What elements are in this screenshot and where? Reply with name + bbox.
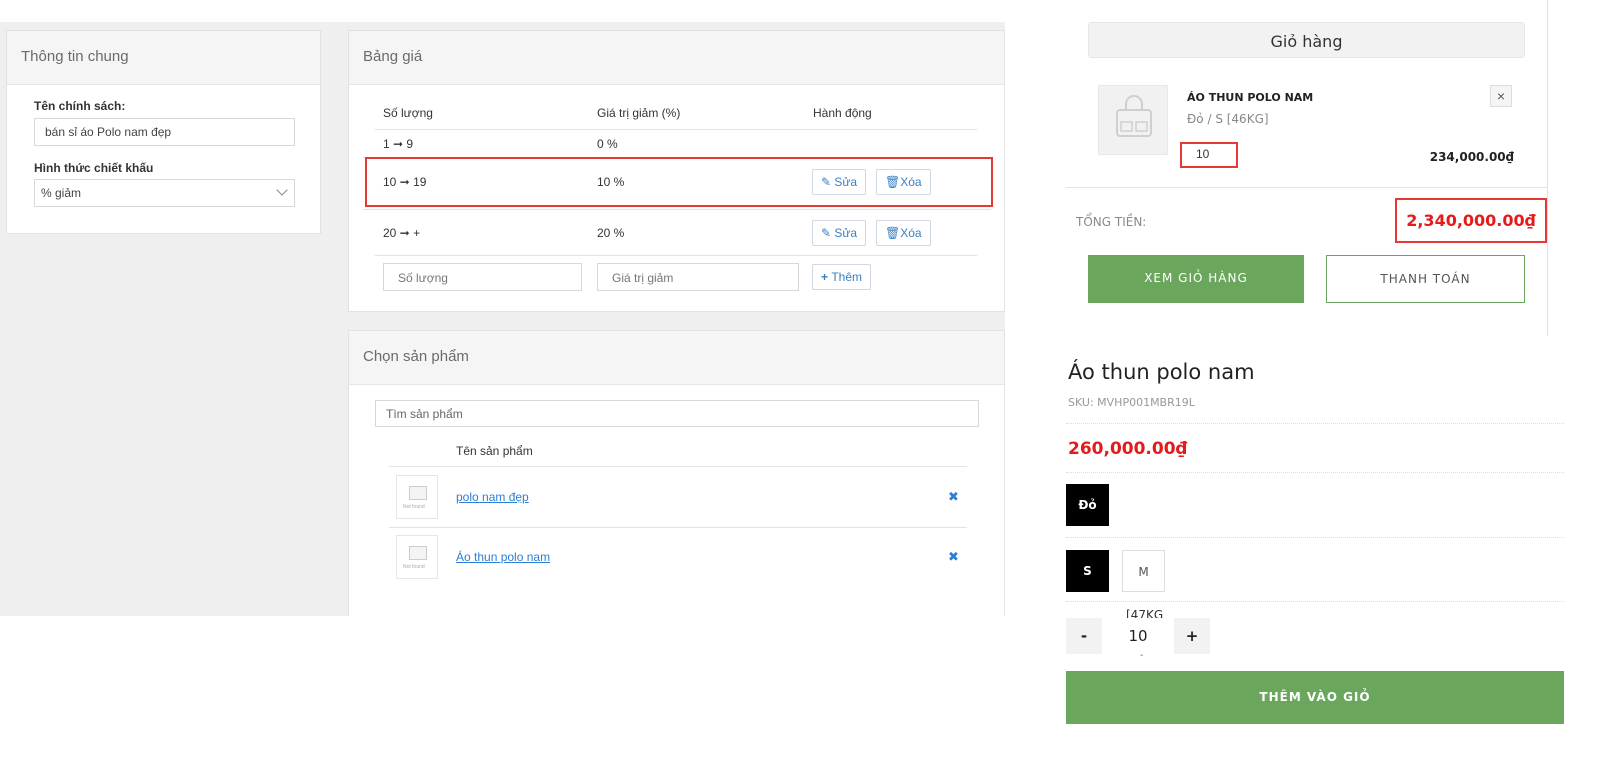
row-1-qty: 1 ➞ 9 [383,137,414,151]
general-info-title: Thông tin chung [7,31,320,85]
cart-total-value: 2,340,000.00₫ [1395,198,1547,243]
row-divider [375,255,977,256]
divider [1066,537,1564,538]
bag-icon [1116,95,1152,137]
policy-name-input[interactable]: bán sỉ áo Polo nam đẹp [34,118,295,146]
size-option-s[interactable]: S [1066,550,1109,592]
product-price: 260,000.00₫ [1068,439,1188,459]
quantity-input[interactable]: 10 [1102,618,1174,654]
product-thumbnail: Not found [396,535,438,579]
add-to-cart-button[interactable]: THÊM VÀO GIỎ [1066,671,1564,724]
discount-type-select[interactable]: % giảm [34,179,295,207]
divider [1066,601,1564,602]
image-placeholder-icon [409,486,427,500]
row-divider [363,209,991,210]
product-search-input[interactable]: Tìm sản phẩm [375,400,979,427]
header-divider [375,129,977,130]
product-detail: Áo thun polo nam SKU: MVHP001MBR19L 260,… [1066,336,1564,757]
choose-products-panel: Chọn sản phẩm Tìm sản phẩm Tên sản phẩm … [348,330,1005,616]
edit-icon: ✎ [821,226,835,240]
remove-product-2-icon[interactable]: ✖ [948,549,959,565]
row-3-edit-button[interactable]: ✎ Sửa [812,220,867,246]
product-link-2[interactable]: Áo thun polo nam [456,550,550,564]
new-quantity-input[interactable]: Số lượng [383,263,582,291]
new-discount-input[interactable]: Giá trị giảm [597,263,799,291]
plus-icon: + [821,270,832,284]
cart-dropdown: Giỏ hàng ÁO THUN POLO NAM Đỏ / S [46KG] … [1066,0,1548,336]
policy-name-label: Tên chính sách: [34,99,126,113]
product-link-1[interactable]: polo nam đẹp [456,490,529,504]
view-cart-button[interactable]: XEM GIỎ HÀNG [1088,255,1304,303]
quantity-decrease-button[interactable]: - [1066,618,1102,654]
general-info-panel: Thông tin chung Tên chính sách: bán sỉ á… [6,30,321,234]
chevron-down-icon [276,184,288,196]
product-title: Áo thun polo nam [1068,360,1255,384]
add-price-row-button[interactable]: + Thêm [812,264,872,290]
header-discount: Giá trị giảm (%) [597,106,681,120]
remove-product-1-icon[interactable]: ✖ [948,489,959,505]
row-3-qty: 20 ➞ + [383,226,421,240]
cart-divider [1066,187,1548,188]
quantity-increase-button[interactable]: + [1174,618,1210,654]
product-sku: SKU: MVHP001MBR19L [1068,396,1195,409]
discount-type-label: Hình thức chiết khấu [34,161,154,175]
header-quantity: Số lượng [383,106,433,120]
row-1-discount: 0 % [597,137,618,151]
price-table-title: Bảng giá [349,31,1004,85]
product-name-header: Tên sản phẩm [456,444,533,458]
close-icon[interactable]: × [1490,85,1512,107]
color-option-red[interactable]: Đỏ [1066,484,1109,526]
image-placeholder-icon [409,546,427,560]
cart-total-label: TỔNG TIỀN: [1076,215,1147,229]
quantity-fragment: - [1140,650,1144,661]
cart-item-price: 234,000.00₫ [1429,150,1514,164]
row-3-delete-button[interactable]: 🗑Xóa [876,220,931,246]
row-2-highlight [365,157,993,207]
cart-item-name[interactable]: ÁO THUN POLO NAM [1187,91,1313,104]
discount-type-value: % giảm [41,186,82,200]
header-action: Hành động [813,106,872,120]
size-option-m[interactable]: M [1122,550,1165,592]
cart-item-variant: Đỏ / S [46KG] [1187,112,1269,126]
divider [1066,423,1564,424]
cart-item-quantity[interactable]: 10 [1180,142,1238,168]
divider [1066,472,1564,473]
trash-icon: 🗑 [885,226,901,240]
product-thumbnail: Not found [396,475,438,519]
checkout-button[interactable]: THANH TOÁN [1326,255,1525,303]
row-divider [389,527,967,528]
cart-item-thumbnail [1098,85,1168,155]
choose-products-title: Chọn sản phẩm [349,331,1004,385]
row-divider [389,466,967,467]
admin-panel: Thông tin chung Tên chính sách: bán sỉ á… [0,22,1005,616]
cart-title: Giỏ hàng [1088,22,1525,58]
row-3-discount: 20 % [597,226,625,240]
